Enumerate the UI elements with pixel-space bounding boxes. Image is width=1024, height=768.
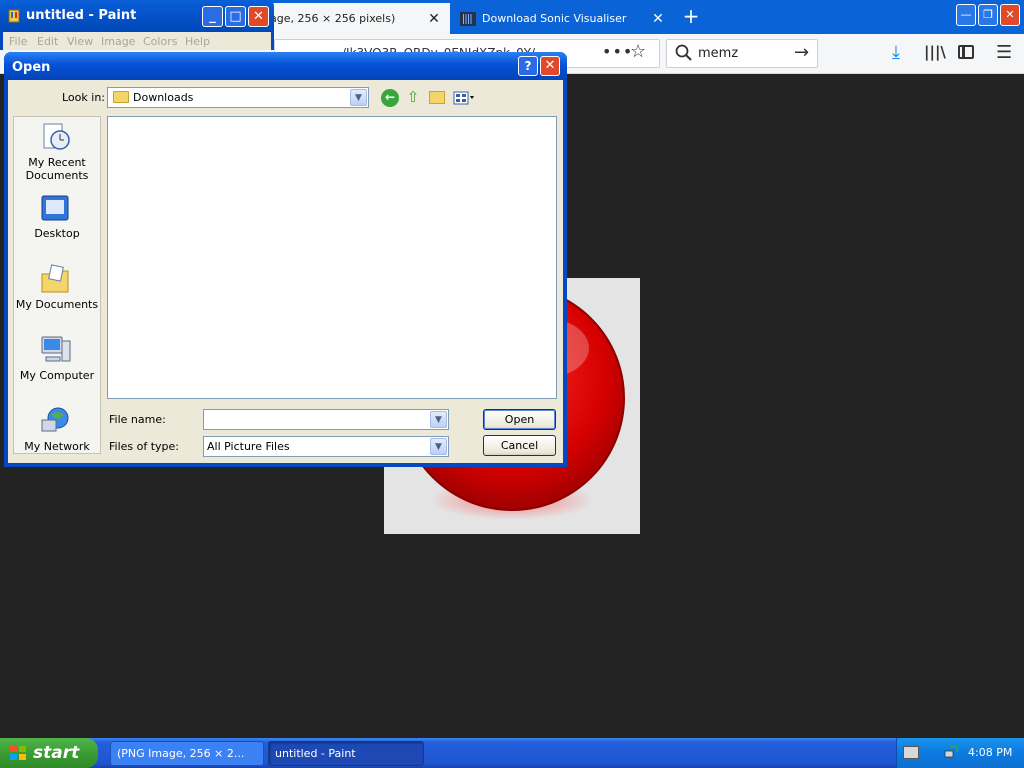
back-arrow-icon[interactable]: ← bbox=[381, 89, 399, 107]
place-my-recent-documents[interactable]: My Recent Documents bbox=[13, 156, 101, 182]
keyboard-icon[interactable] bbox=[903, 746, 919, 759]
place-label: My Computer bbox=[19, 369, 95, 382]
files-of-type-label: Files of type: bbox=[109, 440, 180, 453]
library-icon[interactable]: |||\ bbox=[924, 43, 946, 61]
taskbar-item-paint[interactable]: untitled - Paint bbox=[268, 741, 424, 766]
menu-edit[interactable]: Edit bbox=[37, 35, 58, 48]
new-tab-button[interactable]: + bbox=[680, 4, 702, 30]
start-label[interactable]: start bbox=[33, 743, 79, 763]
file-name-input[interactable] bbox=[203, 409, 449, 430]
menu-colors[interactable]: Colors bbox=[143, 35, 177, 48]
menu-image[interactable]: Image bbox=[101, 35, 135, 48]
look-in-value[interactable]: Downloads bbox=[133, 91, 193, 104]
bookmark-star-icon[interactable]: ☆ bbox=[630, 41, 646, 62]
place-label: My Network bbox=[24, 440, 90, 453]
sidebar-icon[interactable] bbox=[958, 45, 974, 59]
tab-title: age, 256 × 256 pixels) bbox=[270, 12, 396, 25]
network-icon[interactable] bbox=[944, 745, 958, 759]
menu-help[interactable]: Help bbox=[185, 35, 210, 48]
paint-maximize-button[interactable]: □ bbox=[225, 6, 246, 27]
place-my-computer[interactable]: My Computer bbox=[13, 369, 101, 382]
views-menu-icon[interactable] bbox=[453, 91, 475, 105]
desktop-icon bbox=[41, 195, 69, 221]
open-dialog-titlebar[interactable] bbox=[4, 52, 567, 80]
look-in-label: Look in: bbox=[62, 91, 105, 104]
taskbar-item-label: untitled - Paint bbox=[275, 747, 356, 760]
chevron-down-icon[interactable]: ▼ bbox=[350, 89, 367, 106]
up-folder-icon[interactable]: ⇧ bbox=[404, 88, 422, 106]
downloads-icon[interactable]: ⤓ bbox=[892, 42, 900, 63]
firefox-minimize-button[interactable]: — bbox=[956, 4, 976, 26]
hamburger-menu-icon[interactable]: ☰ bbox=[996, 42, 1012, 63]
taskbar-item-firefox[interactable]: (PNG Image, 256 × 2... bbox=[110, 741, 264, 766]
taskbar-item-label: (PNG Image, 256 × 2... bbox=[117, 747, 245, 760]
tab-sonic-visualiser[interactable]: Download Sonic Visualiser ✕ bbox=[452, 3, 674, 34]
file-list[interactable] bbox=[107, 116, 557, 399]
help-button[interactable]: ? bbox=[518, 56, 538, 76]
waveform-icon bbox=[460, 11, 476, 26]
paint-app-icon bbox=[8, 9, 20, 23]
files-of-type-value[interactable]: All Picture Files bbox=[207, 440, 290, 453]
open-button[interactable]: Open bbox=[483, 409, 556, 430]
firefox-restore-button[interactable]: ❐ bbox=[978, 4, 998, 26]
page-actions-icon[interactable]: ••• bbox=[602, 42, 633, 61]
dialog-title: Open bbox=[12, 60, 51, 75]
tab-close-icon[interactable]: ✕ bbox=[426, 11, 442, 27]
my-network-icon bbox=[41, 407, 69, 432]
folder-icon bbox=[113, 91, 129, 103]
place-my-documents[interactable]: My Documents bbox=[13, 298, 101, 311]
chevron-down-icon[interactable]: ▼ bbox=[430, 438, 447, 455]
cancel-button[interactable]: Cancel bbox=[483, 435, 556, 456]
paint-window-title: untitled - Paint bbox=[26, 8, 137, 23]
my-computer-icon bbox=[41, 336, 71, 362]
place-my-network[interactable]: My Network bbox=[13, 440, 101, 453]
tab-png-image[interactable]: age, 256 × 256 pixels) ✕ bbox=[262, 3, 450, 34]
tab-close-icon[interactable]: ✕ bbox=[650, 11, 666, 27]
place-label: Desktop bbox=[34, 227, 80, 240]
firefox-close-button[interactable]: ✕ bbox=[1000, 4, 1020, 26]
file-name-label: File name: bbox=[109, 413, 166, 426]
search-input[interactable]: memz bbox=[698, 46, 738, 61]
windows-logo-icon bbox=[10, 746, 26, 760]
chevron-down-icon[interactable]: ▼ bbox=[430, 411, 447, 428]
place-desktop[interactable]: Desktop bbox=[13, 227, 101, 240]
dialog-close-button[interactable]: ✕ bbox=[540, 56, 560, 76]
paint-close-button[interactable]: ✕ bbox=[248, 6, 269, 27]
tab-title: Download Sonic Visualiser bbox=[482, 12, 627, 25]
paint-minimize-button[interactable]: _ bbox=[202, 6, 223, 27]
menu-file[interactable]: File bbox=[9, 35, 27, 48]
place-label: My Recent Documents bbox=[25, 156, 89, 182]
place-label: My Documents bbox=[15, 298, 99, 311]
search-go-icon[interactable]: → bbox=[794, 42, 809, 63]
new-folder-icon[interactable] bbox=[429, 91, 445, 104]
search-icon bbox=[675, 44, 692, 61]
menu-view[interactable]: View bbox=[67, 35, 93, 48]
my-documents-icon bbox=[41, 264, 69, 293]
recent-documents-icon bbox=[43, 123, 70, 150]
clock: 4:08 PM bbox=[968, 746, 1013, 759]
